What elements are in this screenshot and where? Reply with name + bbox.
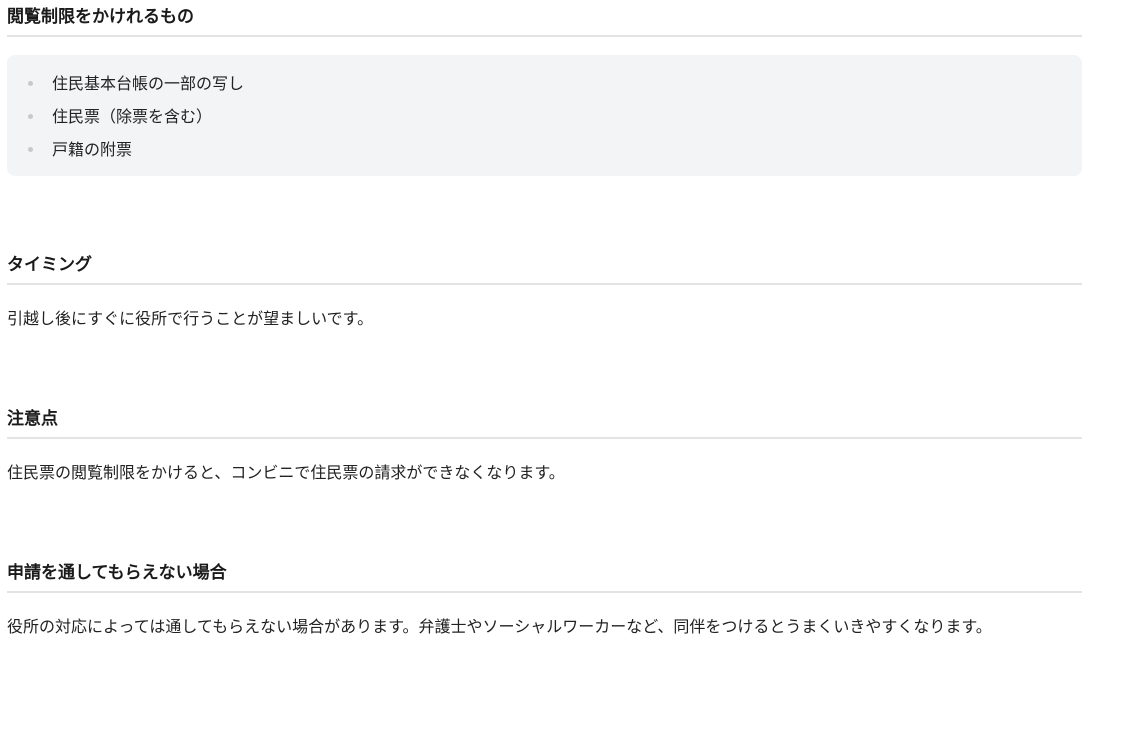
timing-paragraph: 引越し後にすぐに役所で行うことが望ましいです。 [7, 309, 374, 328]
restrictable-items-list: 住民基本台帳の一部の写し 住民票（除票を含む） 戸籍の附票 [7, 67, 1082, 166]
caution-paragraph: 住民票の閲覧制限をかけると、コンビニで住民票の請求ができなくなります。 [7, 463, 565, 482]
section-heading-rejected: 申請を通してもらえない場合 [7, 562, 1082, 593]
section-rejected: 申請を通してもらえない場合 役所の対応によっては通してもらえない場合があります。… [7, 562, 1082, 645]
section-restrictable: 閲覧制限をかけれるもの 住民基本台帳の一部の写し 住民票（除票を含む） 戸籍の附… [7, 6, 1082, 176]
bullet-icon [28, 147, 33, 152]
list-item: 住民票（除票を含む） [7, 100, 1082, 133]
bullet-icon [28, 81, 33, 86]
list-item-text: 住民基本台帳の一部の写し [52, 74, 245, 93]
section-caution: 注意点 住民票の閲覧制限をかけると、コンビニで住民票の請求ができなくなります。 [7, 408, 1082, 491]
list-item: 戸籍の附票 [7, 133, 1082, 166]
section-heading-timing: タイミング [7, 254, 1082, 285]
section-timing: タイミング 引越し後にすぐに役所で行うことが望ましいです。 [7, 254, 1082, 337]
bullet-icon [28, 114, 33, 119]
section-heading-caution: 注意点 [7, 408, 1082, 439]
section-heading-restrictable: 閲覧制限をかけれるもの [7, 6, 1082, 37]
rejected-paragraph: 役所の対応によっては通してもらえない場合があります。弁護士やソーシャルワーカーな… [7, 617, 992, 636]
restrictable-items-box: 住民基本台帳の一部の写し 住民票（除票を含む） 戸籍の附票 [7, 55, 1082, 176]
list-item: 住民基本台帳の一部の写し [7, 67, 1082, 100]
list-item-text: 住民票（除票を含む） [52, 107, 213, 126]
list-item-text: 戸籍の附票 [52, 140, 133, 159]
